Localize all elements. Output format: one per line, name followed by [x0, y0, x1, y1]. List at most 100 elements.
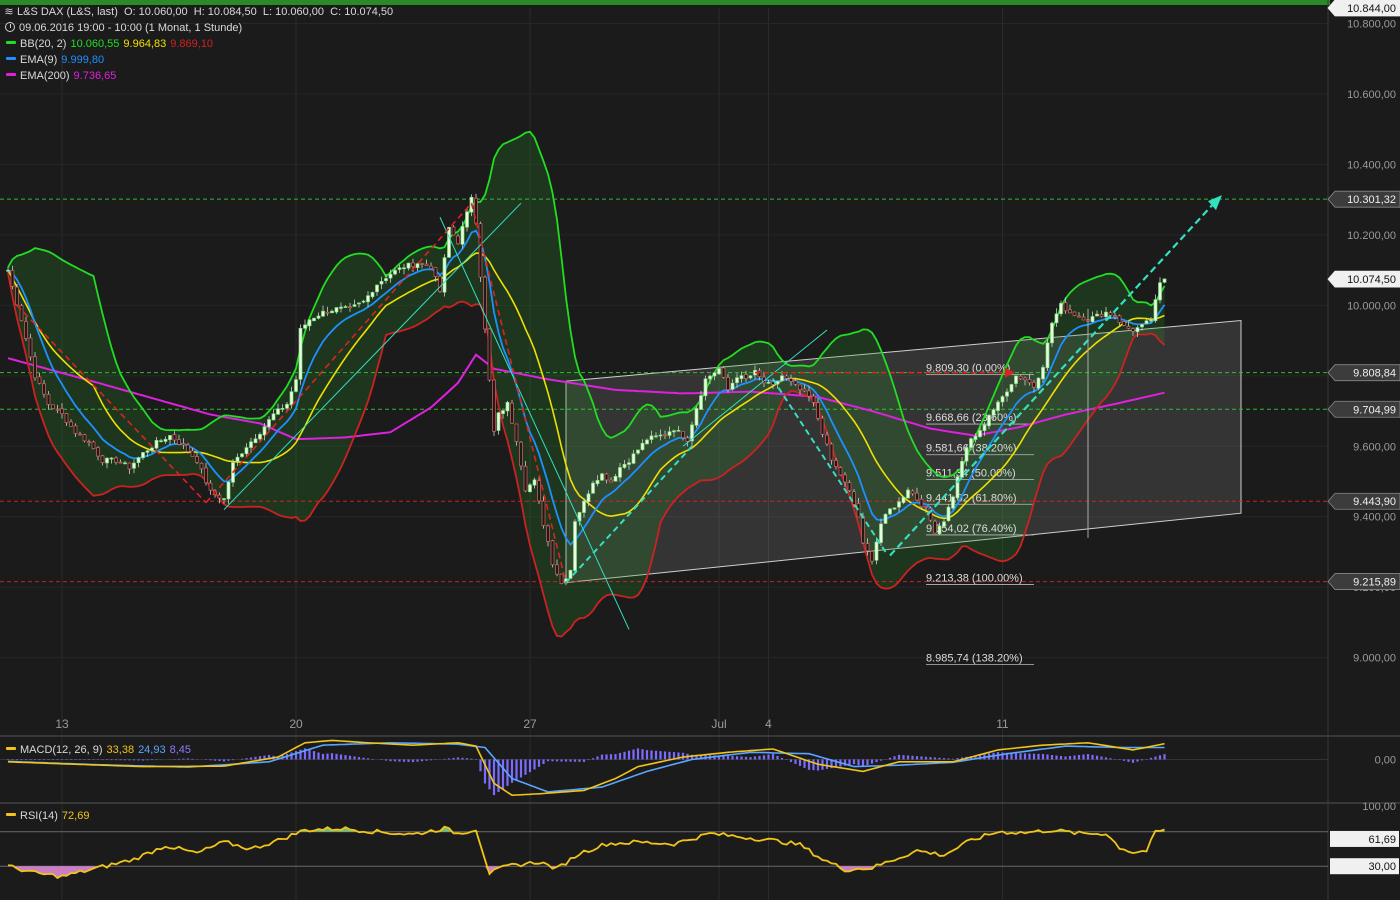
candle-body [969, 438, 973, 448]
y-tick-label: 9.600,00 [1353, 441, 1396, 453]
candle-body [325, 311, 330, 314]
candle-body [1027, 379, 1032, 384]
candle-body [910, 490, 915, 495]
candle-body [105, 457, 109, 464]
candle-body [487, 328, 492, 381]
candle-body [1095, 313, 1099, 317]
candle-body [613, 476, 618, 482]
candle-body [1099, 314, 1104, 317]
macd-legend[interactable]: MACD(12, 26, 9) 33,38 24,93 8,45 [4, 742, 191, 758]
candle-body [505, 401, 510, 412]
candle-body [19, 305, 24, 322]
period-label: 09.06.2016 19:00 - 10:00 (1 Monat, 1 Stu… [19, 22, 243, 34]
candle-body [1140, 324, 1144, 328]
candle-body [145, 450, 150, 453]
candle-body [280, 408, 285, 410]
price-tag-label: 9.704,99 [1353, 404, 1396, 416]
ema9-swatch [6, 57, 16, 61]
clock-icon [5, 22, 15, 32]
price-tag: 9.808,84 [1327, 364, 1400, 382]
candle-body [973, 435, 978, 440]
candle-body [123, 462, 127, 465]
candle-body [339, 306, 343, 309]
y-tick-label: 10.000,00 [1347, 300, 1396, 312]
candle-body [645, 439, 649, 445]
x-tick-label: 4 [765, 717, 772, 731]
candle-body [946, 506, 951, 522]
candle-body [370, 292, 375, 298]
candle-body [150, 447, 154, 451]
bb-legend[interactable]: BB(20, 2) 10.060,55 9.964,83 9.869,10 [4, 36, 393, 52]
price-tag-label: 10.301,32 [1347, 194, 1396, 206]
candle-body [1032, 382, 1036, 388]
candle-body [699, 395, 703, 410]
candle-body [433, 267, 438, 277]
candle-body [343, 306, 348, 308]
bb-lower-value: 9.869,10 [170, 38, 214, 50]
y-tick-label: 10.400,00 [1347, 159, 1396, 171]
ema9-value: 9.999,80 [61, 54, 105, 66]
candle-body [298, 327, 303, 380]
candle-body [100, 455, 105, 463]
candle-body [82, 434, 87, 442]
candle-body [1108, 312, 1113, 316]
candle-body [523, 465, 528, 492]
candle-body [249, 441, 253, 448]
candle-body [748, 375, 753, 379]
candle-body [667, 431, 672, 436]
open-value: O: 10.060,00 [124, 6, 188, 18]
candle-body [271, 413, 276, 421]
candle-body [10, 269, 15, 287]
candle-body [330, 310, 334, 314]
candle-body [636, 449, 640, 454]
candle-body [582, 500, 586, 513]
candle-body [132, 462, 136, 469]
price-tag-label: 10.844,00 [1347, 3, 1396, 15]
ema9-legend[interactable]: EMA(9) 9.999,80 [4, 52, 393, 68]
ema200-legend[interactable]: EMA(200) 9.736,65 [4, 68, 393, 84]
macd-swatch [6, 747, 16, 751]
bb-label: BB(20, 2) [20, 38, 67, 50]
macd-tick-label: 0,00 [1375, 754, 1396, 766]
candle-body [1090, 316, 1095, 323]
candle-body [163, 439, 168, 442]
rsi-legend[interactable]: RSI(14) 72,69 [4, 808, 89, 824]
candle-body [24, 321, 28, 339]
candle-body [654, 435, 658, 438]
candle-body [865, 543, 870, 552]
candle-body [267, 419, 271, 428]
candle-body [127, 462, 132, 470]
ema9-label: EMA(9) [20, 54, 58, 66]
candle-body [1054, 313, 1059, 323]
macd-label: MACD(12, 26, 9) [20, 744, 103, 756]
candle-body [510, 402, 514, 424]
candle-body [429, 265, 433, 269]
candle-body [181, 443, 186, 446]
y-tick-label: 10.600,00 [1347, 89, 1396, 101]
candle-body [1149, 319, 1153, 322]
candle-body [987, 414, 991, 427]
candle-body [883, 513, 888, 524]
candle-body [757, 370, 762, 378]
rsi-tick-label: 100,00 [1362, 801, 1396, 813]
main-legend: ≋ L&S DAX (L&S, last) O: 10.060,00 H: 10.… [4, 4, 393, 84]
candle-body [393, 270, 397, 275]
candle-body [442, 257, 447, 293]
candle-body [744, 374, 748, 379]
candle-body [1000, 396, 1005, 403]
candle-body [244, 447, 249, 455]
candle-body [1162, 278, 1167, 283]
period-row: 09.06.2016 19:00 - 10:00 (1 Monat, 1 Stu… [4, 20, 393, 36]
candle-body [483, 276, 487, 330]
candle-body [681, 430, 685, 439]
candle-body [402, 267, 406, 270]
price-tag: 9.704,99 [1327, 400, 1400, 418]
candle-body [235, 456, 240, 462]
candle-body [1131, 328, 1135, 332]
candle-body [334, 307, 339, 313]
candle-body [1135, 327, 1140, 333]
candle-body [208, 482, 213, 491]
candle-body [658, 434, 663, 437]
candle-body [793, 380, 798, 385]
candle-body [996, 401, 1000, 412]
